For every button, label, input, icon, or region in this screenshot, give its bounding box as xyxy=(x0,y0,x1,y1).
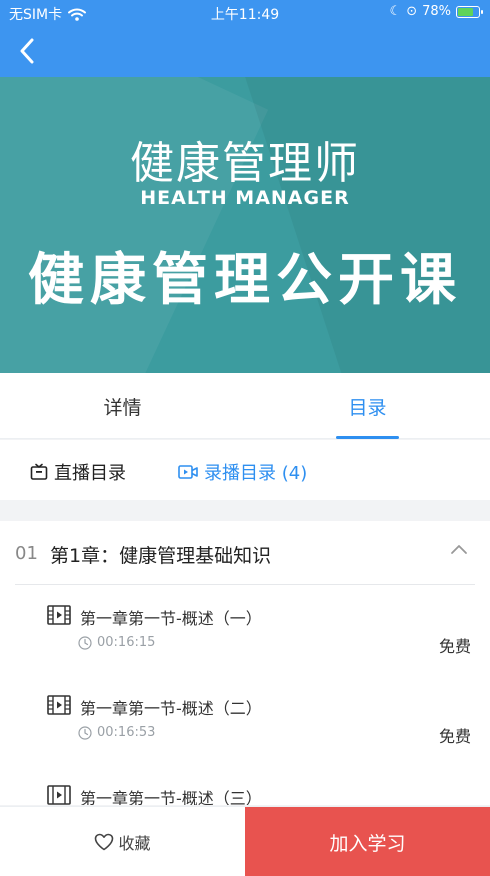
film-icon xyxy=(47,695,71,715)
chevron-up-icon[interactable] xyxy=(448,539,470,561)
film-icon xyxy=(47,785,71,805)
orientation-lock-icon: ⊙ xyxy=(406,4,418,19)
active-tab-indicator xyxy=(336,436,399,439)
lesson-item[interactable]: 第一章第一节-概述（一） 00:16:15 免费 xyxy=(0,605,490,691)
subtab-recorded[interactable]: 录播目录 (4) xyxy=(178,459,307,485)
lesson-title: 第一章第一节-概述（三） xyxy=(80,789,262,805)
banner-title-cn: 健康管理师 xyxy=(130,138,360,189)
battery-icon xyxy=(456,5,483,18)
battery-percent: 78% xyxy=(422,4,451,19)
banner-decoration xyxy=(0,77,269,373)
lesson-title: 第一章第一节-概述（一） xyxy=(80,609,262,628)
lesson-price: 免费 xyxy=(439,727,472,746)
status-bar: 无SIM卡 上午11:49 ☾ ⊙ 78% xyxy=(0,0,490,26)
subtab-recorded-label: 录播目录 (4) xyxy=(204,463,308,484)
tab-detail[interactable]: 详情 xyxy=(0,373,245,439)
subtab-live[interactable]: 直播目录 xyxy=(30,459,126,485)
chapter-title: 第1章：健康管理基础知识 xyxy=(50,545,272,567)
subtab-live-label: 直播目录 xyxy=(54,463,126,484)
course-banner: 健康管理师 HEALTH MANAGER 健康管理公开课 xyxy=(0,77,490,373)
tab-catalog[interactable]: 目录 xyxy=(245,373,490,439)
film-icon xyxy=(47,605,71,625)
video-camera-icon xyxy=(178,465,198,479)
lesson-duration-text: 00:16:53 xyxy=(97,725,156,740)
tab-bar: 详情 目录 xyxy=(0,373,490,439)
banner-decoration xyxy=(240,77,490,373)
favorite-label: 收藏 xyxy=(118,834,151,853)
lesson-duration: 00:16:15 xyxy=(78,635,155,650)
tv-icon xyxy=(30,463,48,480)
catalog-subtabs: 直播目录 录播目录 (4) xyxy=(0,440,490,500)
chapter-header[interactable]: 01 第1章：健康管理基础知识 xyxy=(0,521,490,585)
lesson-duration-text: 00:16:15 xyxy=(97,635,156,650)
lesson-title: 第一章第一节-概述（二） xyxy=(80,699,262,718)
lesson-duration: 00:16:53 xyxy=(78,725,155,740)
chapter-card: 01 第1章：健康管理基础知识 第一章第一节-概述（一） 00:16:15 免费 xyxy=(0,521,490,805)
banner-title-en: HEALTH MANAGER xyxy=(140,187,350,209)
chapter-number: 01 xyxy=(15,543,38,564)
lesson-item[interactable]: 第一章第一节-概述（三） xyxy=(0,785,490,805)
chevron-left-icon xyxy=(20,38,34,64)
heart-icon xyxy=(95,833,114,851)
lesson-price: 免费 xyxy=(439,637,472,656)
clock-icon xyxy=(78,635,92,650)
clock-icon xyxy=(78,725,92,740)
divider xyxy=(15,584,475,585)
bottom-action-bar: 收藏 加入学习 xyxy=(0,806,490,876)
nav-bar xyxy=(0,26,490,77)
lesson-item[interactable]: 第一章第一节-概述（二） 00:16:53 免费 xyxy=(0,695,490,781)
join-study-button[interactable]: 加入学习 xyxy=(245,807,490,876)
back-button[interactable] xyxy=(10,34,44,68)
banner-title-big: 健康管理公开课 xyxy=(28,248,462,313)
status-right: ☾ ⊙ 78% xyxy=(389,4,483,19)
moon-icon: ☾ xyxy=(389,4,402,19)
favorite-button[interactable]: 收藏 xyxy=(0,807,245,876)
